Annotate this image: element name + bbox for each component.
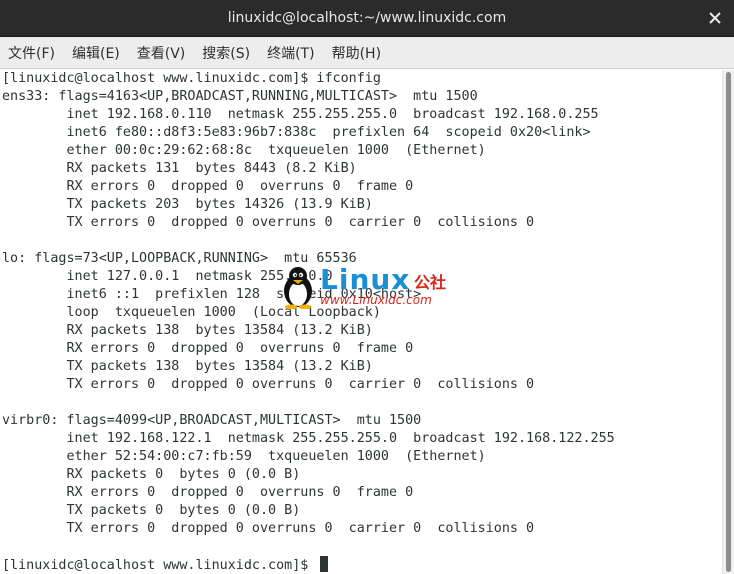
terminal-line: inet6 fe80::d8f3:5e83:96b7:838c prefixle… [2, 125, 591, 140]
terminal-line: ens33: flags=4163<UP,BROADCAST,RUNNING,M… [2, 89, 478, 104]
scrollbar[interactable] [722, 70, 734, 574]
terminal-line: inet 192.168.122.1 netmask 255.255.255.0… [2, 431, 615, 446]
terminal-line: TX packets 0 bytes 0 (0.0 B) [2, 503, 301, 518]
terminal-window: linuxidc@localhost:~/www.linuxidc.com 文件… [0, 0, 734, 574]
terminal-line: ether 52:54:00:c7:fb:59 txqueuelen 1000 … [2, 449, 486, 464]
terminal-line: inet 192.168.0.110 netmask 255.255.255.0… [2, 107, 599, 122]
menu-help[interactable]: 帮助(H) [332, 43, 381, 63]
terminal-line: TX errors 0 dropped 0 overruns 0 carrier… [2, 521, 535, 536]
terminal-prompt-line[interactable]: [linuxidc@localhost www.linuxidc.com]$ [2, 556, 722, 574]
window-title: linuxidc@localhost:~/www.linuxidc.com [227, 10, 507, 26]
close-icon [709, 12, 721, 24]
terminal-line: inet6 ::1 prefixlen 128 scopeid 0x10<hos… [2, 287, 422, 302]
text-cursor [320, 556, 329, 572]
terminal-line: RX packets 0 bytes 0 (0.0 B) [2, 467, 301, 482]
terminal-line: loop txqueuelen 1000 (Local Loopback) [2, 305, 381, 320]
terminal-prompt: [linuxidc@localhost www.linuxidc.com]$ [2, 558, 317, 573]
terminal-line: virbr0: flags=4099<UP,BROADCAST,MULTICAS… [2, 413, 422, 428]
menu-view[interactable]: 查看(V) [137, 43, 186, 63]
terminal-line: RX packets 138 bytes 13584 (13.2 KiB) [2, 323, 373, 338]
scrollbar-thumb[interactable] [726, 72, 731, 572]
close-button[interactable] [706, 9, 724, 27]
menu-bar: 文件(F) 编辑(E) 查看(V) 搜索(S) 终端(T) 帮助(H) [0, 37, 734, 69]
terminal-line: [linuxidc@localhost www.linuxidc.com]$ i… [2, 71, 381, 86]
terminal-output[interactable]: [linuxidc@localhost www.linuxidc.com]$ i… [0, 70, 722, 574]
terminal-line: ether 00:0c:29:62:68:8c txqueuelen 1000 … [2, 143, 486, 158]
terminal-line: TX packets 138 bytes 13584 (13.2 KiB) [2, 359, 373, 374]
menu-terminal[interactable]: 终端(T) [267, 43, 314, 63]
terminal-line: inet 127.0.0.1 netmask 255.0.0.0 [2, 269, 333, 284]
terminal-line: RX errors 0 dropped 0 overruns 0 frame 0 [2, 179, 414, 194]
terminal-line: RX errors 0 dropped 0 overruns 0 frame 0 [2, 485, 414, 500]
terminal-line: lo: flags=73<UP,LOOPBACK,RUNNING> mtu 65… [2, 251, 357, 266]
terminal-line: TX errors 0 dropped 0 overruns 0 carrier… [2, 215, 535, 230]
terminal-line: RX packets 131 bytes 8443 (8.2 KiB) [2, 161, 357, 176]
menu-search[interactable]: 搜索(S) [202, 43, 250, 63]
terminal-line: TX errors 0 dropped 0 overruns 0 carrier… [2, 377, 535, 392]
menu-edit[interactable]: 编辑(E) [72, 43, 120, 63]
terminal-line: RX errors 0 dropped 0 overruns 0 frame 0 [2, 341, 414, 356]
title-bar[interactable]: linuxidc@localhost:~/www.linuxidc.com [0, 0, 734, 37]
menu-file[interactable]: 文件(F) [8, 43, 55, 63]
terminal-line: TX packets 203 bytes 14326 (13.9 KiB) [2, 197, 373, 212]
